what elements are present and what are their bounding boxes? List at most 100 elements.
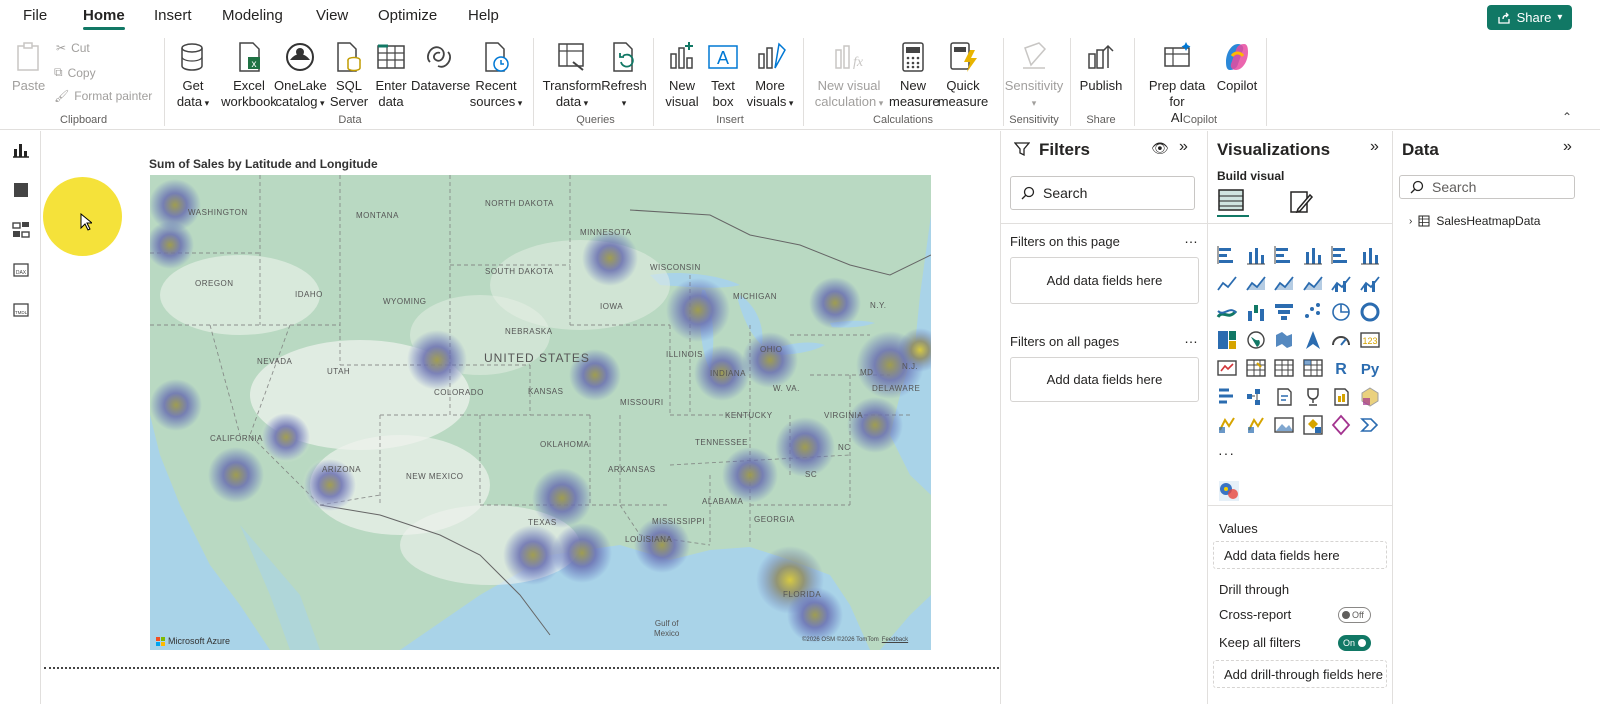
scatter-chart-icon[interactable] xyxy=(1302,301,1324,323)
card-icon[interactable]: 123 xyxy=(1359,329,1381,351)
drill-through-drop-well[interactable]: Add drill-through fields here xyxy=(1213,660,1387,688)
collapse-visualizations-icon[interactable]: » xyxy=(1370,138,1379,156)
menu-insert[interactable]: Insert xyxy=(154,7,192,24)
recent-sources-button[interactable]: Recent sources ▾ xyxy=(468,40,524,111)
cut-button[interactable]: ✂ Cut xyxy=(56,41,90,55)
format-visual-tab[interactable] xyxy=(1288,189,1314,218)
build-visual-tab[interactable] xyxy=(1217,187,1249,217)
metrics-icon[interactable] xyxy=(1245,414,1267,436)
format-painter-button[interactable]: 🖌 Format painter xyxy=(54,89,152,103)
stacked-bar-chart-icon[interactable] xyxy=(1216,244,1238,266)
more-options-icon[interactable]: … xyxy=(1184,230,1198,246)
heatmap-visual[interactable]: WASHINGTON MONTANA NORTH DAKOTA MINNESOT… xyxy=(150,175,931,650)
kpi-icon[interactable] xyxy=(1216,357,1238,379)
chevron-visual-icon[interactable] xyxy=(1359,414,1381,436)
narrative-icon[interactable] xyxy=(1302,386,1324,408)
model-view-icon[interactable] xyxy=(11,220,31,240)
paste-button[interactable]: Paste xyxy=(12,40,45,94)
collapse-ribbon-icon[interactable]: ⌃ xyxy=(1562,110,1572,124)
values-drop-well[interactable]: Add data fields here xyxy=(1213,541,1387,569)
refresh-button[interactable]: Refresh ▾ xyxy=(601,40,647,111)
line-chart-icon[interactable] xyxy=(1216,272,1238,294)
custom-visual-icon[interactable] xyxy=(1302,414,1324,436)
onelake-catalog-button[interactable]: OneLake catalog ▾ xyxy=(274,40,327,111)
sensitivity-button[interactable]: Sensitivity ▾ xyxy=(1004,40,1064,111)
r-visual-icon[interactable]: R xyxy=(1330,357,1352,379)
waterfall-chart-icon[interactable] xyxy=(1245,301,1267,323)
eye-icon[interactable]: 👁 xyxy=(1151,140,1169,157)
table-visual-icon[interactable] xyxy=(1273,357,1295,379)
transform-data-button[interactable]: Transform data ▾ xyxy=(541,40,603,111)
filled-map-icon[interactable] xyxy=(1273,329,1295,351)
100-stacked-bar-chart-icon[interactable] xyxy=(1330,244,1352,266)
get-data-button[interactable]: Get data ▾ xyxy=(170,40,216,111)
menu-file[interactable]: File xyxy=(23,7,47,24)
donut-chart-icon[interactable] xyxy=(1359,301,1381,323)
table-view-icon[interactable] xyxy=(11,180,31,200)
decomposition-tree-icon[interactable] xyxy=(1245,386,1267,408)
map-label: ILLINOIS xyxy=(666,350,703,359)
report-view-icon[interactable] xyxy=(11,140,31,160)
matrix-icon[interactable] xyxy=(1302,357,1324,379)
power-apps-icon[interactable] xyxy=(1359,386,1381,408)
filters-page-drop-well[interactable]: Add data fields here xyxy=(1010,257,1199,304)
stacked-area-chart-icon[interactable] xyxy=(1273,272,1295,294)
copilot-button[interactable]: Copilot xyxy=(1212,40,1262,94)
stacked-column-chart-icon[interactable] xyxy=(1245,244,1267,266)
qa-icon[interactable] xyxy=(1273,386,1295,408)
collapse-filters-icon[interactable]: » xyxy=(1179,138,1188,156)
clustered-column-chart-icon[interactable] xyxy=(1302,244,1324,266)
copy-button[interactable]: ⧉ Copy xyxy=(54,65,96,80)
new-visual-button[interactable]: New visual xyxy=(660,40,704,110)
azure-map-icon[interactable] xyxy=(1302,329,1324,351)
enter-data-button[interactable]: Enter data xyxy=(370,40,412,110)
excel-workbook-button[interactable]: x Excel workbook xyxy=(221,40,277,110)
menu-view[interactable]: View xyxy=(316,7,348,24)
share-button[interactable]: Share ▾ xyxy=(1487,5,1572,30)
image-visual-icon[interactable] xyxy=(1273,414,1295,436)
dataverse-button[interactable]: Dataverse xyxy=(411,40,470,94)
filters-search-input[interactable]: Search xyxy=(1010,176,1195,210)
feedback-link[interactable]: Feedback xyxy=(882,637,908,643)
pie-chart-icon[interactable] xyxy=(1330,301,1352,323)
table-item-salesheatmapdata[interactable]: › SalesHeatmapData xyxy=(1409,214,1540,228)
menu-home[interactable]: Home xyxy=(83,7,125,30)
new-visual-calculation-button[interactable]: fx New visual calculation ▾ xyxy=(808,40,890,111)
line-column-chart-icon[interactable] xyxy=(1330,272,1352,294)
more-visuals-icon[interactable]: ··· xyxy=(1218,445,1235,461)
publish-button[interactable]: Publish xyxy=(1078,40,1124,94)
area-chart-icon[interactable] xyxy=(1245,272,1267,294)
sql-server-button[interactable]: SQL Server xyxy=(329,40,369,110)
map-icon[interactable] xyxy=(1245,329,1267,351)
menu-help[interactable]: Help xyxy=(468,7,499,24)
power-automate-icon[interactable] xyxy=(1216,414,1238,436)
more-options-icon[interactable]: … xyxy=(1184,330,1198,346)
new-measure-button[interactable]: New measure xyxy=(889,40,940,110)
clustered-bar-chart-icon[interactable] xyxy=(1273,244,1295,266)
slicer-icon[interactable] xyxy=(1245,357,1267,379)
cross-report-toggle[interactable]: Off xyxy=(1338,607,1371,623)
quick-measure-button[interactable]: Quick measure xyxy=(935,40,991,110)
ribbon-chart-icon[interactable] xyxy=(1216,301,1238,323)
python-visual-icon[interactable]: Py xyxy=(1359,357,1381,379)
funnel-chart-icon[interactable] xyxy=(1273,301,1295,323)
tmdl-view-icon[interactable]: TMDL xyxy=(11,300,31,320)
gauge-icon[interactable] xyxy=(1330,329,1352,351)
menu-modeling[interactable]: Modeling xyxy=(222,7,283,24)
diamond-visual-icon[interactable] xyxy=(1330,414,1352,436)
dax-query-view-icon[interactable]: DAX xyxy=(11,260,31,280)
heatmap-visual-icon[interactable] xyxy=(1218,480,1240,502)
paginated-report-icon[interactable] xyxy=(1330,386,1352,408)
key-influencers-icon[interactable] xyxy=(1216,386,1238,408)
more-visuals-button[interactable]: More visuals ▾ xyxy=(744,40,796,111)
100-stacked-area-chart-icon[interactable] xyxy=(1302,272,1324,294)
filters-all-drop-well[interactable]: Add data fields here xyxy=(1010,357,1199,402)
text-box-button[interactable]: A Text box xyxy=(703,40,743,110)
collapse-data-icon[interactable]: » xyxy=(1563,138,1572,156)
menu-optimize[interactable]: Optimize xyxy=(378,7,437,24)
line-clustered-column-chart-icon[interactable] xyxy=(1359,272,1381,294)
keep-all-filters-toggle[interactable]: On xyxy=(1338,635,1371,651)
treemap-icon[interactable] xyxy=(1216,329,1238,351)
100-stacked-column-chart-icon[interactable] xyxy=(1359,244,1381,266)
data-search-input[interactable]: Search xyxy=(1399,175,1575,199)
